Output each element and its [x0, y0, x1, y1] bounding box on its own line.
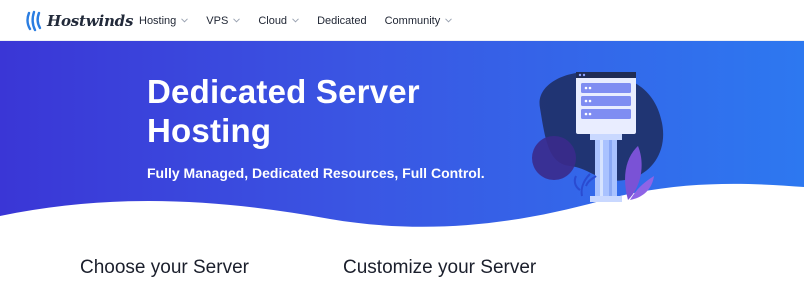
nav-item-vps[interactable]: VPS: [206, 14, 241, 27]
chevron-down-icon: [233, 18, 241, 23]
top-navigation: Hostwinds Hosting VPS Cloud Dedicated Co…: [0, 0, 804, 41]
hero-title: Dedicated Server Hosting: [147, 73, 420, 149]
brand-logo[interactable]: Hostwinds: [25, 9, 133, 33]
customize-server-heading: Customize your Server: [343, 257, 537, 278]
nav-item-label: Cloud: [258, 14, 288, 27]
nav-item-community[interactable]: Community: [385, 15, 453, 27]
hostwinds-logo-icon: [26, 10, 42, 32]
chevron-down-icon: [181, 18, 189, 23]
brand-name: Hostwinds: [47, 12, 134, 30]
nav-item-label: VPS: [206, 14, 229, 27]
chevron-down-icon: [445, 18, 453, 23]
nav-item-label: Hosting: [139, 14, 177, 27]
choose-server-heading: Choose your Server: [80, 257, 249, 278]
hero-subtitle: Fully Managed, Dedicated Resources, Full…: [147, 165, 485, 181]
nav-item-hosting[interactable]: Hosting: [139, 14, 189, 27]
main-menu: Hosting VPS Cloud Dedicated Community: [139, 0, 470, 41]
nav-item-cloud[interactable]: Cloud: [258, 15, 299, 27]
chevron-down-icon: [292, 18, 299, 23]
nav-item-label: Dedicated: [317, 14, 367, 27]
nav-item-dedicated[interactable]: Dedicated: [317, 15, 367, 27]
hero-banner: Dedicated Server Hosting Fully Managed, …: [0, 41, 804, 234]
nav-item-label: Community: [384, 14, 441, 27]
server-pillar-illustration: [532, 72, 664, 202]
